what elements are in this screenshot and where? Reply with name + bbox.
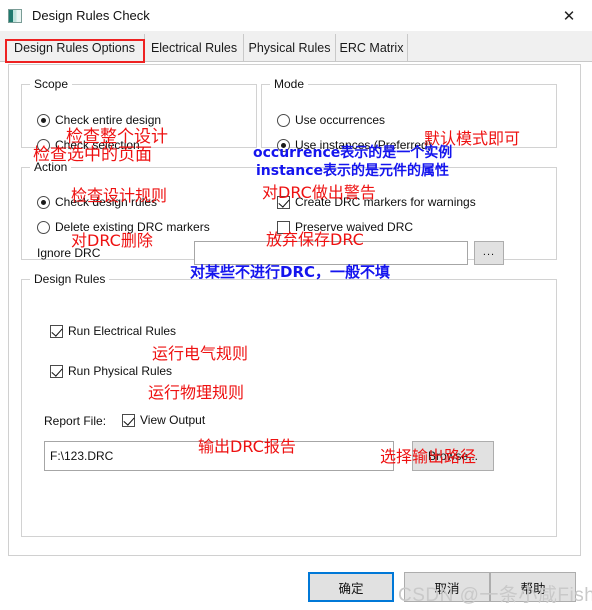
radio-check-selection[interactable]: Check selection — [37, 138, 140, 152]
tab-strip: Design Rules Options Electrical Rules Ph… — [0, 31, 592, 62]
tab-physical-rules[interactable]: Physical Rules — [244, 34, 336, 61]
radio-check-design-rules[interactable]: Check design rules — [37, 195, 157, 209]
radio-label: Check selection — [55, 138, 140, 152]
report-file-label: Report File: — [44, 414, 107, 428]
checkbox-create-drc-markers-for-warnings[interactable]: Create DRC markers for warnings — [277, 195, 476, 209]
checkbox-label: Run Physical Rules — [68, 364, 173, 378]
radio-use-instances[interactable]: Use instances (Preferred) — [277, 138, 432, 152]
radio-delete-existing-drc-markers[interactable]: Delete existing DRC markers — [37, 220, 210, 234]
checkbox-label: Run Electrical Rules — [68, 324, 177, 338]
browse-button[interactable]: Browse... — [412, 441, 494, 471]
ignore-drc-input[interactable] — [194, 241, 468, 265]
title-bar: Design Rules Check ✕ — [0, 0, 592, 31]
app-icon — [8, 8, 22, 23]
radio-label: Delete existing DRC markers — [55, 220, 210, 234]
tab-electrical-rules[interactable]: Electrical Rules — [145, 34, 244, 61]
scope-legend: Scope — [34, 77, 69, 91]
radio-bullet-icon — [277, 114, 290, 127]
mode-group: Mode Use occurrences Use instances (Pref… — [261, 77, 557, 152]
checkbox-preserve-waived-drc[interactable]: Preserve waived DRC — [277, 220, 413, 234]
checkbox-box-icon — [50, 365, 63, 378]
checkbox-box-icon — [122, 414, 135, 427]
radio-bullet-icon — [277, 139, 290, 152]
checkbox-box-icon — [277, 221, 290, 234]
tab-design-rules-options[interactable]: Design Rules Options — [5, 34, 145, 61]
close-icon[interactable]: ✕ — [554, 4, 584, 28]
cancel-button[interactable]: 取消 — [404, 572, 490, 602]
ignore-drc-label: Ignore DRC — [37, 246, 101, 260]
dialog-footer: 确定 取消 帮助 — [0, 556, 592, 610]
ignore-drc-browse-button[interactable]: ... — [474, 241, 504, 265]
checkbox-run-electrical-rules[interactable]: Run Electrical Rules — [50, 324, 176, 338]
checkbox-box-icon — [50, 325, 63, 338]
radio-label: Use instances (Preferred) — [295, 138, 432, 152]
report-file-path-input[interactable] — [44, 441, 394, 471]
radio-label: Use occurrences — [295, 113, 386, 127]
radio-bullet-icon — [37, 221, 50, 234]
ok-button[interactable]: 确定 — [308, 572, 394, 602]
checkbox-view-output[interactable]: View Output — [122, 413, 205, 427]
radio-label: Check design rules — [55, 195, 158, 209]
tab-erc-matrix[interactable]: ERC Matrix — [336, 34, 408, 61]
design-rules-group: Design Rules Run Electrical Rules Run Ph… — [21, 272, 557, 537]
window-title: Design Rules Check — [32, 8, 150, 23]
checkbox-box-icon — [277, 196, 290, 209]
radio-label: Check entire design — [55, 113, 162, 127]
checkbox-label: Preserve waived DRC — [295, 220, 414, 234]
design-rules-legend: Design Rules — [34, 272, 106, 286]
radio-use-occurrences[interactable]: Use occurrences — [277, 113, 385, 127]
radio-bullet-icon — [37, 139, 50, 152]
checkbox-label: Create DRC markers for warnings — [295, 195, 476, 209]
checkbox-run-physical-rules[interactable]: Run Physical Rules — [50, 364, 172, 378]
radio-bullet-icon — [37, 196, 50, 209]
help-button[interactable]: 帮助 — [490, 572, 576, 602]
mode-legend: Mode — [274, 77, 305, 91]
checkbox-label: View Output — [140, 413, 206, 427]
radio-bullet-icon — [37, 114, 50, 127]
design-rules-options-panel: Scope Check entire design Check selectio… — [8, 64, 581, 556]
action-group: Action Check design rules Delete existin… — [21, 160, 557, 265]
scope-group: Scope Check entire design Check selectio… — [21, 77, 257, 152]
radio-check-entire-design[interactable]: Check entire design — [37, 113, 161, 127]
action-legend: Action — [34, 160, 68, 174]
